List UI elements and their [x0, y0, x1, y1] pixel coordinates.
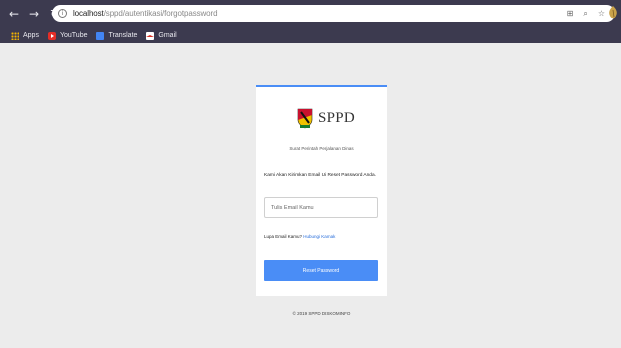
bookmarks-bar: Apps YouTube Translate Gmail	[0, 28, 621, 43]
bookmark-youtube[interactable]: YouTube	[47, 31, 87, 40]
instruction-text: Kami Akan Kirimkan Email Ui Reset Passwo…	[264, 173, 376, 178]
star-icon[interactable]: ☆	[598, 9, 605, 18]
forward-button[interactable]: →	[27, 7, 41, 21]
crest-icon	[297, 108, 313, 129]
info-icon[interactable]: i	[58, 9, 67, 18]
address-bar[interactable]: i localhost/sppd/autentikasi/forgotpassw…	[52, 5, 615, 22]
translate-page-icon[interactable]: ⊞	[567, 9, 574, 18]
brand-subtitle: Surat Perintah Perjalanan Dinas	[289, 146, 354, 151]
brand-title: SPPD	[318, 109, 356, 126]
gmail-icon	[146, 31, 155, 40]
bookmark-gmail[interactable]: Gmail	[146, 31, 177, 40]
bookmark-apps[interactable]: Apps	[11, 31, 39, 40]
apps-icon	[11, 31, 19, 40]
zoom-icon[interactable]: ⌕	[583, 9, 587, 19]
translate-icon	[96, 31, 105, 40]
contact-link[interactable]: Hubungi Kamak	[303, 234, 335, 239]
back-button[interactable]: ←	[7, 7, 21, 21]
url-text[interactable]: localhost/sppd/autentikasi/forgotpasswor…	[73, 9, 218, 18]
youtube-icon	[47, 31, 56, 40]
help-text: Lupa Email Kamu? Hubungi Kamak	[264, 234, 336, 239]
browser-chrome: ← → ↻ i localhost/sppd/autentikasi/forgo…	[0, 0, 621, 43]
forgot-password-card: SPPD Surat Perintah Perjalanan Dinas Kam…	[256, 85, 387, 296]
footer-copyright: © 2019 SPPD DISKOMINFO	[292, 311, 351, 316]
bookmark-translate[interactable]: Translate	[96, 31, 137, 40]
extension-icon[interactable]	[608, 6, 618, 20]
reset-password-button[interactable]: Reset Password	[264, 260, 378, 281]
logo: SPPD	[296, 107, 355, 129]
email-input[interactable]	[264, 197, 378, 218]
